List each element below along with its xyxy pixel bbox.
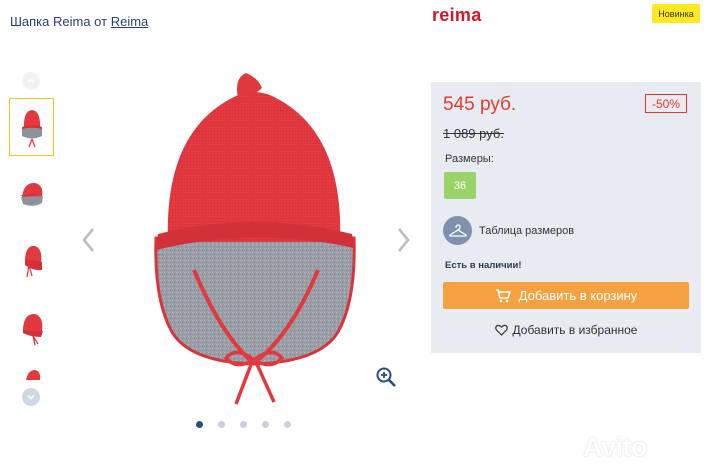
zoom-in-icon [376,367,396,387]
size-option-36[interactable]: 36 [444,172,476,199]
hat-thumbnail-image [22,313,43,346]
add-to-cart-button[interactable]: Добавить в корзину [443,282,689,309]
thumbnail-5[interactable] [9,362,54,380]
gallery-dot-4[interactable] [262,421,269,428]
thumbnails-up-button[interactable] [22,72,40,90]
page-title: Шапка Reima от Reima [10,14,148,29]
product-image[interactable] [150,70,360,410]
gallery-dot-3[interactable] [240,421,247,428]
chevron-left-icon [82,228,95,252]
add-to-favorites-button[interactable]: Добавить в избранное [443,320,689,340]
thumbnail-4[interactable] [9,296,54,354]
thumbnail-strip [8,70,56,410]
brand-link[interactable]: Reima [111,14,149,29]
new-badge: Новинка [652,4,700,23]
cart-icon [495,288,511,302]
add-to-favorites-label: Добавить в избранное [512,323,638,337]
size-table-label: Таблица размеров [479,224,575,237]
sizes-label: Размеры: [445,153,494,165]
chevron-right-icon [397,228,410,252]
size-table-link[interactable]: Таблица размеров [443,216,574,245]
hanger-icon [448,223,467,237]
stock-status: Есть в наличии! [445,260,522,271]
hanger-icon-circle [443,216,472,245]
avito-watermark: Avito [583,432,648,462]
chevron-up-icon [27,78,35,84]
discount-badge: -50% [645,94,687,113]
gallery-next-button[interactable] [393,226,413,254]
hat-thumbnail-image [24,245,42,278]
thumbnail-2[interactable] [9,166,54,224]
purchase-panel: 545 руб. -50% 1 089 руб. Размеры: 36 Таб… [431,82,701,353]
gallery-dots [196,421,291,428]
heart-icon [494,324,508,336]
thumbnail-3[interactable] [9,230,54,288]
gallery-dot-5[interactable] [284,421,291,428]
thumbnail-1[interactable] [9,98,54,156]
title-prefix: Шапка Reima от [10,14,108,29]
gallery-dot-2[interactable] [218,421,225,428]
add-to-cart-label: Добавить в корзину [518,288,638,303]
chevron-down-icon [27,394,35,400]
old-price: 1 089 руб. [443,126,504,141]
hat-thumbnail-image [25,370,40,380]
thumbnails-down-button[interactable] [22,388,40,406]
gallery-dot-1[interactable] [196,421,203,428]
brand-logo: reima [432,5,482,25]
hat-thumbnail-image [21,110,42,148]
current-price: 545 руб. [443,94,517,115]
gallery-prev-button[interactable] [79,226,99,254]
zoom-button[interactable] [375,366,397,388]
hat-thumbnail-image [18,182,43,206]
